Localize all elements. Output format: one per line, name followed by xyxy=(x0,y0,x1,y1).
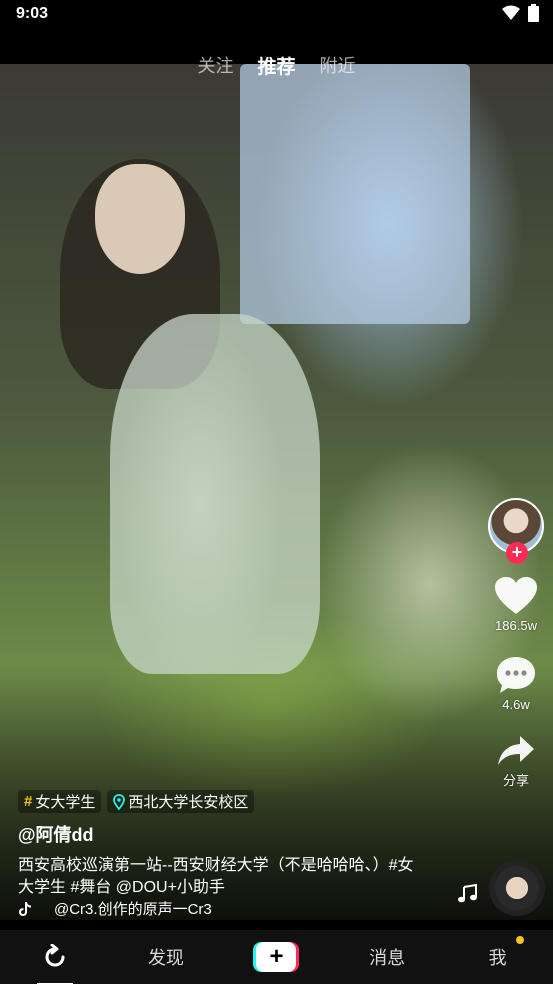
music-disc[interactable] xyxy=(489,860,545,916)
author-name[interactable]: @阿倩dd xyxy=(18,821,418,847)
tab-following[interactable]: 关注 xyxy=(197,52,233,79)
location-pin-icon xyxy=(113,793,126,810)
location-tag-label: 西北大学长安校区 xyxy=(128,794,249,811)
topic-tag-label: 女大学生 xyxy=(35,794,96,811)
plus-icon: + xyxy=(269,943,284,970)
video-info: # 女大学生 西北大学长安校区 @阿倩dd 西安高校巡演第一站--西安财经大学（… xyxy=(18,790,418,899)
tab-recommended[interactable]: 推荐 xyxy=(257,52,295,79)
tag-row: # 女大学生 西北大学长安校区 xyxy=(18,790,418,813)
bottom-nav: 发现 + 消息 我 xyxy=(0,930,553,984)
notification-dot xyxy=(515,936,524,944)
video-description: 西安高校巡演第一站--西安财经大学（不是哈哈哈、）#女大学生 #舞台 @DOU+… xyxy=(18,857,414,896)
nav-me-label: 我 xyxy=(488,948,507,968)
wifi-icon xyxy=(502,5,520,20)
follow-plus-button[interactable]: + xyxy=(506,542,528,564)
music-row[interactable]: @Cr3.创作的原声一Cr3 xyxy=(18,898,212,919)
nav-discover[interactable]: 发现 xyxy=(126,944,206,970)
music-title: @Cr3.创作的原声一Cr3 xyxy=(54,901,212,918)
nav-home[interactable] xyxy=(15,944,95,984)
heart-icon[interactable] xyxy=(494,576,538,616)
comment-icon[interactable] xyxy=(495,655,537,695)
comment-action[interactable]: 4.6w xyxy=(495,655,537,712)
nav-messages[interactable]: 消息 xyxy=(347,944,427,970)
nav-messages-label: 消息 xyxy=(369,948,406,968)
create-button[interactable]: + xyxy=(256,942,297,972)
like-action[interactable]: 186.5w xyxy=(494,576,538,633)
hashtag-icon: # xyxy=(24,793,33,810)
music-note-icon xyxy=(458,884,477,903)
nav-discover-label: 发现 xyxy=(147,948,184,968)
top-tabs: 关注 推荐 附近 xyxy=(0,52,553,79)
status-bar: 9:03 xyxy=(0,0,553,30)
comment-count: 4.6w xyxy=(502,697,530,712)
status-time: 9:03 xyxy=(16,5,49,22)
refresh-icon[interactable] xyxy=(42,944,68,970)
share-label: 分享 xyxy=(502,773,529,788)
nav-create[interactable]: + xyxy=(236,942,316,972)
stage-screen xyxy=(240,64,470,324)
share-icon[interactable] xyxy=(496,734,536,768)
nav-me[interactable]: 我 xyxy=(458,936,538,970)
battery-icon xyxy=(528,4,539,22)
tiktok-logo-icon xyxy=(19,901,31,916)
dancer-head xyxy=(95,164,185,274)
like-count: 186.5w xyxy=(495,618,537,633)
side-actions: + 186.5w 4.6w 分享 xyxy=(487,498,545,789)
author-avatar-wrap[interactable]: + xyxy=(488,498,544,564)
topic-tag[interactable]: # 女大学生 xyxy=(18,790,102,813)
share-action[interactable]: 分享 xyxy=(496,734,536,789)
status-icons xyxy=(502,4,539,22)
dancer-dress xyxy=(110,314,320,674)
tab-nearby[interactable]: 附近 xyxy=(320,52,356,79)
location-tag[interactable]: 西北大学长安校区 xyxy=(107,790,255,813)
